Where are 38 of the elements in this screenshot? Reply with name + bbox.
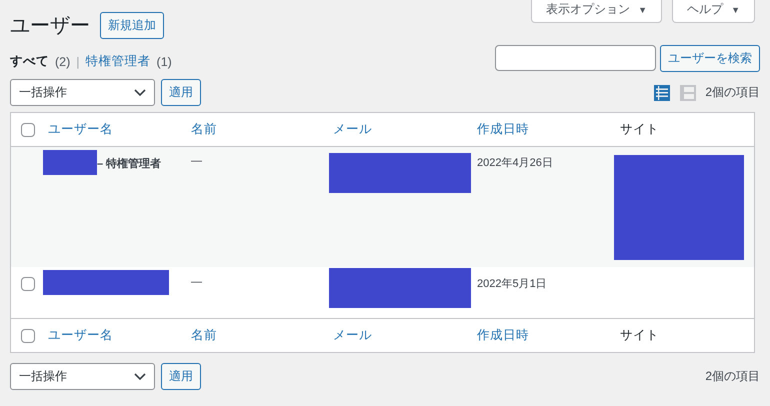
column-header[interactable]: メール <box>325 327 469 344</box>
add-new-button[interactable]: 新規追加 <box>100 12 164 39</box>
select-all-checkbox[interactable] <box>21 328 35 342</box>
column-header[interactable]: 作成日時 <box>469 327 612 344</box>
row-checkbox[interactable] <box>21 277 35 291</box>
user-role: – 特権管理者 <box>97 156 162 171</box>
chevron-down-icon <box>134 88 146 96</box>
column-header[interactable]: メール <box>325 121 469 138</box>
filter-count: (1) <box>156 54 172 68</box>
role-filter-link[interactable]: 特権管理者 <box>86 53 151 70</box>
chevron-down-icon <box>134 372 146 380</box>
created-date: 2022年5月1日 <box>477 278 547 290</box>
name-cell: — <box>191 155 202 167</box>
created-date: 2022年4月26日 <box>477 157 553 169</box>
item-count: 2個の項目 <box>705 368 760 385</box>
search-users-button[interactable]: ユーザーを検索 <box>660 45 760 72</box>
column-header[interactable]: 名前 <box>183 121 325 138</box>
page-title: ユーザー <box>10 14 90 39</box>
select-all-checkbox[interactable] <box>21 122 35 136</box>
filter-separator: | <box>76 54 80 68</box>
bulk-action-select[interactable]: 一括操作 <box>10 363 155 390</box>
filter-count: (2) <box>55 54 70 68</box>
name-cell: — <box>191 276 202 288</box>
search-field[interactable] <box>495 45 656 71</box>
screen-tab[interactable]: 表示オプション ▼ <box>531 0 662 23</box>
column-header: サイト <box>619 121 660 138</box>
item-count: 2個の項目 <box>705 84 760 101</box>
column-header[interactable]: 作成日時 <box>469 121 612 138</box>
screen-tab[interactable]: ヘルプ ▼ <box>672 0 755 23</box>
column-header[interactable]: ユーザー名 <box>40 121 183 138</box>
column-header: サイト <box>619 327 660 344</box>
bulk-action-select[interactable]: 一括操作 <box>10 79 155 106</box>
role-filter-link[interactable]: すべて <box>10 53 49 70</box>
column-header[interactable]: 名前 <box>183 327 325 344</box>
apply-button[interactable]: 適用 <box>161 363 201 390</box>
apply-button[interactable]: 適用 <box>161 79 201 106</box>
column-header[interactable]: ユーザー名 <box>40 327 183 344</box>
list-view-icon[interactable] <box>653 84 672 102</box>
